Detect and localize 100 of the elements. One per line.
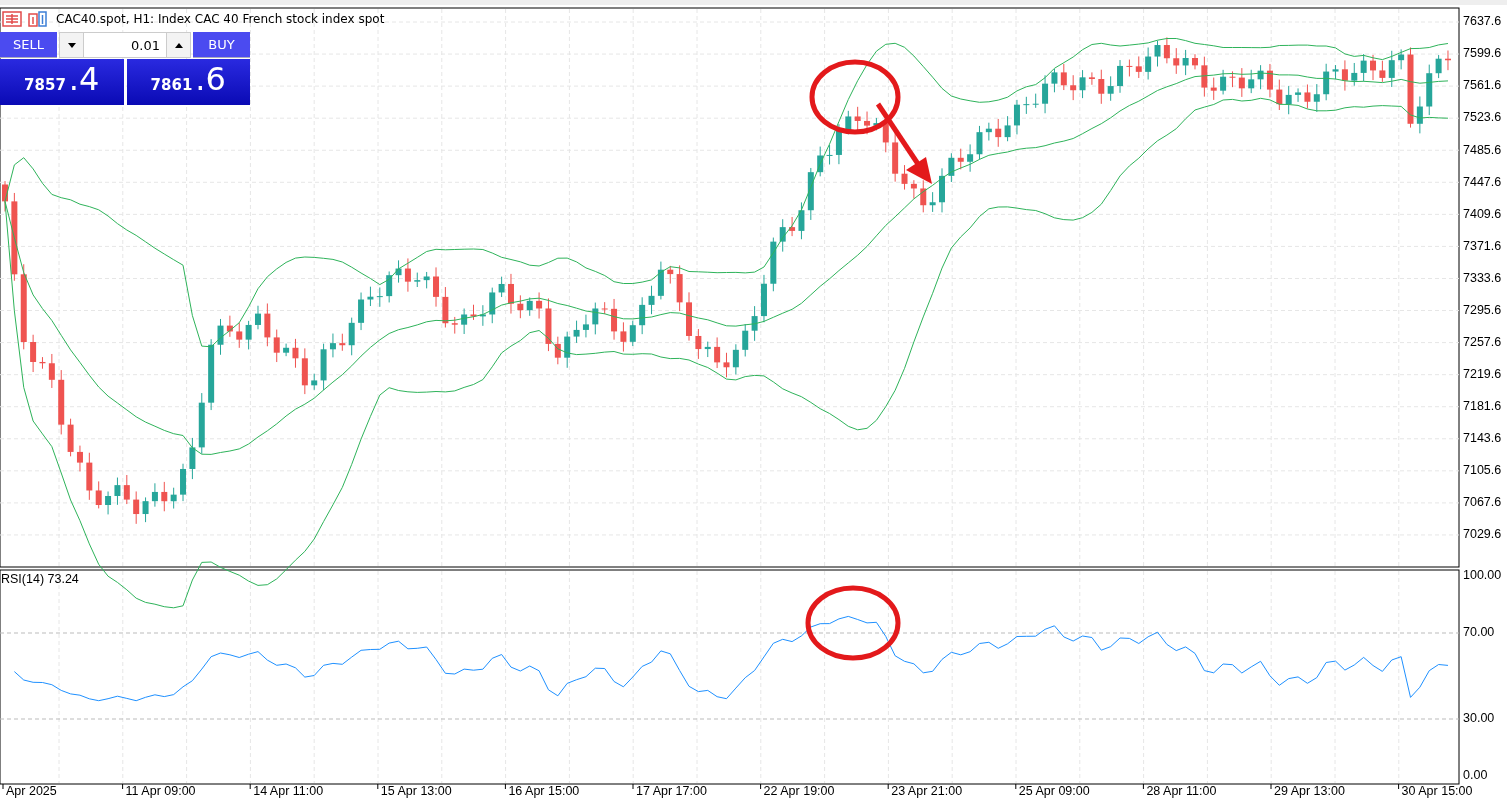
candlestick: [470, 304, 477, 321]
increase-volume-button[interactable]: [166, 33, 190, 57]
candlestick: [236, 322, 243, 349]
candlestick: [526, 296, 533, 317]
candlestick: [798, 201, 805, 240]
candlestick: [639, 296, 646, 335]
candlestick: [1266, 63, 1273, 98]
candlestick: [1445, 50, 1451, 71]
candlestick: [479, 304, 486, 327]
candlestick: [58, 369, 65, 435]
candlestick: [948, 152, 955, 183]
candlestick: [835, 123, 842, 165]
candlestick: [686, 291, 692, 342]
candlestick: [667, 265, 674, 285]
price-axis-label: 7599.6: [1463, 46, 1502, 61]
candlestick: [611, 298, 618, 341]
candlestick: [386, 270, 393, 303]
candlestick: [105, 491, 112, 515]
candlestick: [1360, 53, 1367, 82]
candlestick: [779, 218, 786, 253]
candlestick: [30, 334, 37, 373]
candlestick: [433, 266, 439, 308]
candlestick: [1182, 49, 1189, 76]
candlestick: [414, 272, 421, 288]
time-axis-label: 29 Apr 13:00: [1274, 784, 1345, 798]
candlestick: [442, 286, 449, 328]
candlestick: [910, 179, 917, 200]
candlestick: [1379, 60, 1386, 83]
time-axis-label: 11 Apr 09:00: [125, 784, 196, 798]
candlestick: [995, 118, 1002, 148]
caret-down-icon: [67, 42, 76, 48]
candlestick: [985, 122, 992, 141]
rsi-axis-label: 30.00: [1463, 711, 1495, 726]
candlestick: [704, 341, 711, 358]
candlestick: [1332, 64, 1339, 80]
candlestick: [1145, 47, 1152, 80]
candlestick: [1023, 96, 1030, 115]
time-axis-label: 23 Apr 21:00: [891, 784, 963, 798]
candlestick: [189, 437, 196, 480]
price-axis-label: 7637.6: [1463, 14, 1502, 29]
candlestick: [1201, 56, 1208, 98]
time-axis-label: 25 Apr 09:00: [1018, 784, 1090, 798]
candlestick: [1313, 83, 1320, 113]
sell-price-button[interactable]: 7857.4: [0, 59, 124, 105]
candlestick: [76, 445, 83, 472]
candlestick: [114, 477, 121, 506]
candlestick: [1051, 68, 1058, 93]
price-axis-label: 7029.6: [1463, 527, 1502, 542]
candlestick: [311, 373, 318, 391]
candlestick: [2, 180, 8, 212]
candlestick: [1210, 77, 1217, 101]
time-axis-label: 14 Apr 11:00: [253, 784, 324, 798]
candlestick: [39, 356, 46, 370]
candlestick: [348, 317, 355, 356]
candlestick: [67, 418, 74, 457]
candlestick: [48, 353, 55, 389]
candlestick: [1229, 70, 1236, 88]
candlestick: [367, 286, 374, 307]
buy-button[interactable]: BUY: [193, 32, 250, 58]
candlestick: [161, 481, 168, 512]
candlestick: [489, 287, 496, 324]
candlestick: [198, 392, 205, 455]
candlestick: [1435, 54, 1442, 79]
chart-title: CAC40.spot, H1: Index CAC 40 French stock index spot: [56, 12, 385, 26]
candlestick: [657, 261, 664, 300]
price-axis-label: 7333.6: [1463, 270, 1502, 285]
time-axis-label: 28 Apr 11:00: [1146, 784, 1217, 798]
candlestick: [283, 343, 290, 357]
candlestick: [329, 333, 336, 358]
candlestick: [742, 323, 749, 357]
price-axis-label: 7143.6: [1463, 431, 1502, 446]
candlestick: [1098, 69, 1105, 105]
candlestick: [929, 191, 936, 213]
candlestick: [339, 333, 346, 352]
sell-button[interactable]: SELL: [0, 32, 57, 58]
candlestick: [255, 305, 261, 330]
decrease-volume-button[interactable]: [60, 33, 84, 57]
candlestick: [920, 179, 927, 213]
rsi-axis-label: 0.00: [1463, 768, 1488, 783]
candlestick: [1060, 63, 1067, 91]
volume-field[interactable]: 0.01: [59, 32, 191, 58]
caret-up-icon: [174, 42, 183, 48]
candlestick: [423, 271, 430, 289]
candlestick: [536, 291, 543, 320]
chart-icon: [28, 11, 48, 27]
candlestick: [1013, 99, 1020, 135]
candlestick: [95, 480, 102, 509]
candlestick: [133, 490, 140, 525]
candlestick: [508, 273, 514, 315]
candlestick: [86, 452, 93, 501]
candlestick: [245, 320, 252, 350]
candlestick: [582, 314, 589, 338]
candlestick: [451, 316, 458, 335]
candlestick: [957, 148, 964, 170]
candlestick: [1323, 63, 1330, 101]
candlestick: [976, 125, 983, 160]
buy-price-button[interactable]: 7861.6: [126, 59, 250, 105]
candlestick: [1220, 69, 1227, 95]
candlestick: [760, 274, 767, 323]
candlestick: [1107, 75, 1114, 102]
